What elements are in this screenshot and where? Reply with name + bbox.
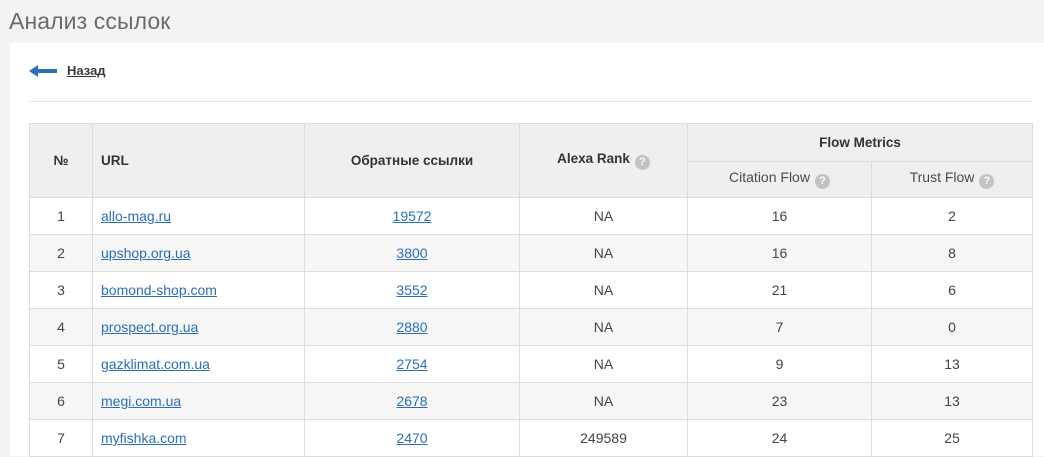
table-row: 3 bomond-shop.com 3552 NA 21 6 [29, 271, 1034, 309]
trust-flow-cell: 8 [870, 234, 1034, 272]
citation-flow-cell: 24 [687, 419, 872, 457]
col-header-backlinks[interactable]: Обратные ссылки [304, 123, 520, 198]
table-row: 1 allo-mag.ru 19572 NA 16 2 [29, 197, 1034, 235]
table-row: 2 upshop.org.ua 3800 NA 16 8 [29, 234, 1034, 272]
citation-flow-cell: 23 [687, 382, 872, 420]
backlinks-link[interactable]: 2678 [396, 393, 427, 409]
citation-header-label: Citation Flow [729, 169, 810, 186]
trust-flow-cell: 13 [870, 345, 1034, 383]
citation-flow-cell: 16 [687, 234, 872, 272]
table-row: 6 megi.com.ua 2678 NA 23 13 [29, 382, 1034, 420]
col-header-citation-flow[interactable]: Citation Flow? [687, 160, 872, 198]
backlinks-link[interactable]: 2880 [396, 319, 427, 335]
url-link[interactable]: bomond-shop.com [101, 282, 217, 298]
url-cell: gazklimat.com.ua [92, 345, 305, 383]
help-icon[interactable]: ? [814, 174, 830, 190]
trust-header-label: Trust Flow [909, 169, 975, 186]
table-row: 7 myfishka.com 2470 249589 24 25 [29, 419, 1034, 457]
back-label: Назад [67, 63, 106, 78]
url-link[interactable]: allo-mag.ru [101, 208, 171, 224]
citation-flow-cell: 21 [687, 271, 872, 309]
back-button[interactable]: Назад [29, 63, 106, 78]
citation-flow-cell: 7 [687, 308, 872, 346]
page-title: Анализ ссылок [9, 8, 171, 34]
divider [29, 101, 1032, 102]
row-num: 1 [29, 197, 93, 235]
url-cell: megi.com.ua [92, 382, 305, 420]
alexa-header-label: Alexa Rank [557, 151, 630, 166]
help-icon[interactable]: ? [979, 174, 995, 190]
row-num: 4 [29, 308, 93, 346]
url-link[interactable]: upshop.org.ua [101, 245, 191, 261]
table-row: 4 prospect.org.ua 2880 NA 7 0 [29, 308, 1034, 346]
url-cell: allo-mag.ru [92, 197, 305, 235]
url-cell: myfishka.com [92, 419, 305, 457]
content-panel: Назад № URL Обратные ссылки Alexa Rank? … [10, 43, 1044, 457]
backlinks-cell: 2880 [304, 308, 520, 346]
url-cell: bomond-shop.com [92, 271, 305, 309]
trust-flow-cell: 13 [870, 382, 1034, 420]
citation-flow-cell: 16 [687, 197, 872, 235]
url-link[interactable]: gazklimat.com.ua [101, 356, 210, 372]
row-num: 5 [29, 345, 93, 383]
help-icon[interactable]: ? [634, 155, 650, 170]
backlinks-link[interactable]: 2754 [396, 356, 427, 372]
url-link[interactable]: myfishka.com [101, 430, 187, 446]
url-cell: upshop.org.ua [92, 234, 305, 272]
backlinks-cell: 2754 [304, 345, 520, 383]
row-num: 3 [29, 271, 93, 309]
alexa-cell: NA [519, 308, 688, 346]
url-link[interactable]: prospect.org.ua [101, 319, 198, 335]
citation-flow-cell: 9 [687, 345, 872, 383]
backlinks-cell: 3800 [304, 234, 520, 272]
row-num: 7 [29, 419, 93, 457]
backlinks-link[interactable]: 2470 [396, 430, 427, 446]
alexa-cell: NA [519, 234, 688, 272]
backlinks-cell: 19572 [304, 197, 520, 235]
col-header-flow-metrics: Flow Metrics [686, 123, 1034, 162]
col-header-alexa[interactable]: Alexa Rank? [519, 123, 688, 198]
url-cell: prospect.org.ua [92, 308, 305, 346]
backlinks-link[interactable]: 3800 [396, 245, 427, 261]
backlinks-cell: 2678 [304, 382, 520, 420]
col-header-trust-flow[interactable]: Trust Flow? [870, 160, 1034, 198]
alexa-cell: 249589 [519, 419, 688, 457]
backlinks-link[interactable]: 3552 [396, 282, 427, 298]
alexa-cell: NA [519, 382, 688, 420]
trust-flow-cell: 0 [870, 308, 1034, 346]
backlinks-cell: 3552 [304, 271, 520, 309]
trust-flow-cell: 2 [870, 197, 1034, 235]
arrow-left-icon [29, 64, 57, 77]
trust-flow-cell: 25 [870, 419, 1034, 457]
col-header-num: № [29, 123, 93, 198]
alexa-cell: NA [519, 345, 688, 383]
alexa-cell: NA [519, 271, 688, 309]
alexa-cell: NA [519, 197, 688, 235]
links-table: № URL Обратные ссылки Alexa Rank? Flow M… [29, 123, 1034, 457]
url-link[interactable]: megi.com.ua [101, 393, 181, 409]
row-num: 2 [29, 234, 93, 272]
backlinks-link[interactable]: 19572 [393, 208, 432, 224]
table-row: 5 gazklimat.com.ua 2754 NA 9 13 [29, 345, 1034, 383]
trust-flow-cell: 6 [870, 271, 1034, 309]
row-num: 6 [29, 382, 93, 420]
backlinks-cell: 2470 [304, 419, 520, 457]
col-header-url[interactable]: URL [92, 123, 305, 198]
